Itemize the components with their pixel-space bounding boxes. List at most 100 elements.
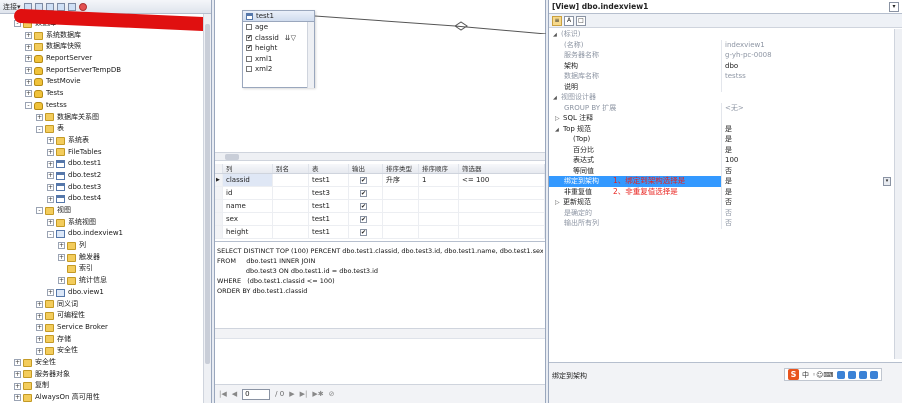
tree-node[interactable]: + 列 xyxy=(0,240,204,252)
expand-icon[interactable]: + xyxy=(47,172,54,180)
column-checkbox[interactable]: ✔ xyxy=(246,45,252,52)
collapse-icon[interactable]: ◢ xyxy=(553,30,561,40)
table-row[interactable]: height test1 ✔ xyxy=(215,226,545,239)
sql-pane[interactable]: SELECT DISTINCT TOP (100) PERCENT dbo.te… xyxy=(217,246,543,326)
expand-icon[interactable]: + xyxy=(36,347,43,355)
property-value[interactable] xyxy=(722,113,895,124)
expand-icon[interactable]: + xyxy=(36,324,43,332)
tree-node[interactable]: + ReportServerTempDB xyxy=(0,65,204,77)
property-row[interactable]: ◢ (标识) xyxy=(549,29,895,40)
alphabetical-icon[interactable]: A xyxy=(564,15,574,26)
grid-cell-alias[interactable] xyxy=(273,200,309,212)
expand-icon[interactable]: + xyxy=(47,195,54,203)
expand-icon[interactable]: + xyxy=(25,90,32,98)
expand-icon[interactable]: + xyxy=(58,242,65,250)
property-row[interactable]: (名称) indexview1 xyxy=(549,39,895,50)
grid-cell-sort-type[interactable]: 升序 xyxy=(383,174,419,186)
tree-node[interactable]: + ReportServer xyxy=(0,53,204,65)
tree-node[interactable]: + 触发器 xyxy=(0,252,204,264)
categorized-icon[interactable]: ≡ xyxy=(552,15,562,26)
tree-node[interactable]: 索引 xyxy=(0,263,204,275)
expand-icon[interactable]: + xyxy=(36,300,43,308)
output-checkbox[interactable]: ✔ xyxy=(360,229,367,236)
grid-column-header[interactable]: 表 xyxy=(309,164,349,173)
collapse-icon[interactable]: - xyxy=(36,207,43,215)
column-checkbox[interactable] xyxy=(246,55,252,62)
grid-column-header[interactable]: 列 xyxy=(223,164,273,173)
grid-cell-filter[interactable] xyxy=(459,226,545,238)
activity-monitor-icon[interactable] xyxy=(78,2,87,11)
collapse-icon[interactable]: - xyxy=(47,230,54,238)
expand-icon[interactable]: + xyxy=(14,370,21,378)
grid-cell-sort-order[interactable] xyxy=(419,213,459,225)
tree-node[interactable]: + 数据库快照 xyxy=(0,41,204,53)
table-row[interactable]: id test3 ✔ xyxy=(215,187,545,200)
table-row[interactable]: sex test1 ✔ xyxy=(215,213,545,226)
chevron-down-icon[interactable]: ▾ xyxy=(883,177,891,186)
tree-node[interactable]: - testss xyxy=(0,100,204,112)
ime-glyphs[interactable]: ◦☺⌨ xyxy=(812,371,834,379)
grid-cell-filter[interactable] xyxy=(459,200,545,212)
property-value[interactable]: 否 xyxy=(722,208,895,219)
table-column-row[interactable]: age xyxy=(243,22,314,33)
table-row[interactable]: name test1 ✔ xyxy=(215,200,545,213)
collapse-icon[interactable]: - xyxy=(36,125,43,133)
ime-mode[interactable]: 中 xyxy=(802,370,809,380)
property-value[interactable]: 否 xyxy=(722,197,895,208)
property-value[interactable]: dbo xyxy=(722,61,895,72)
row-selector[interactable] xyxy=(215,226,223,238)
tree-node[interactable]: + 系统数据库 xyxy=(0,30,204,42)
property-value[interactable]: g-yh-pc-0008 xyxy=(722,50,895,61)
grid-cell-output[interactable]: ✔ xyxy=(349,174,383,186)
property-value[interactable]: 否 xyxy=(722,218,895,229)
property-row[interactable]: (Top) 是 xyxy=(549,134,895,145)
tree-node[interactable]: + 统计信息 xyxy=(0,275,204,287)
grid-cell-alias[interactable] xyxy=(273,187,309,199)
expand-icon[interactable]: + xyxy=(58,277,65,285)
toolbox-icon[interactable] xyxy=(847,370,856,379)
expand-icon[interactable]: + xyxy=(36,113,43,121)
output-checkbox[interactable]: ✔ xyxy=(360,190,367,197)
tree-node[interactable]: + dbo.test1 xyxy=(0,158,204,170)
row-selector[interactable]: ▶ xyxy=(215,174,223,186)
diagram-scrollbar[interactable] xyxy=(215,152,545,161)
grid-cell-sort-type[interactable] xyxy=(383,226,419,238)
property-value[interactable]: <无> xyxy=(722,103,895,114)
stop-icon[interactable]: ⊘ xyxy=(329,390,335,398)
grid-cell-col[interactable]: name xyxy=(223,200,273,212)
tree-node[interactable]: + 系统视图 xyxy=(0,217,204,229)
grid-cell-sort-order[interactable] xyxy=(419,200,459,212)
row-selector[interactable] xyxy=(215,213,223,225)
property-row[interactable]: 等同值 否 xyxy=(549,165,895,177)
collapse-icon[interactable]: ◢ xyxy=(555,125,563,135)
grid-cell-filter[interactable] xyxy=(459,213,545,225)
properties-object-selector[interactable]: [View] dbo.indexview1 ▾ xyxy=(549,0,902,14)
new-record-button[interactable]: ▶✱ xyxy=(312,390,323,398)
property-row[interactable]: ◢ Top 规范是 xyxy=(549,123,895,135)
tree-node[interactable]: + dbo.test2 xyxy=(0,170,204,182)
output-checkbox[interactable]: ✔ xyxy=(360,203,367,210)
table-column-row[interactable]: ✔ classid ⇊▽ xyxy=(243,33,314,44)
grid-cell-output[interactable]: ✔ xyxy=(349,226,383,238)
property-row[interactable]: ▷ SQL 注释 xyxy=(549,113,895,124)
grid-cell-col[interactable]: height xyxy=(223,226,273,238)
keyboard-icon[interactable] xyxy=(836,370,845,379)
property-pages-icon[interactable]: □ xyxy=(576,15,586,26)
grid-cell-col[interactable]: sex xyxy=(223,213,273,225)
property-value[interactable]: 否 xyxy=(722,166,895,177)
expand-icon[interactable]: + xyxy=(36,335,43,343)
expand-icon[interactable]: + xyxy=(47,183,54,191)
grid-cell-table[interactable]: test1 xyxy=(309,174,349,186)
grid-cell-sort-type[interactable] xyxy=(383,200,419,212)
property-value[interactable]: testss xyxy=(722,71,895,82)
tree-node[interactable]: + 系统表 xyxy=(0,135,204,147)
output-checkbox[interactable]: ✔ xyxy=(360,216,367,223)
grid-cell-sort-type[interactable] xyxy=(383,187,419,199)
tree-node[interactable]: + dbo.test3 xyxy=(0,182,204,194)
properties-scrollbar[interactable] xyxy=(894,29,902,359)
row-selector[interactable] xyxy=(215,187,223,199)
filter-icon[interactable] xyxy=(56,2,65,11)
grid-cell-table[interactable]: test1 xyxy=(309,200,349,212)
expand-icon[interactable]: + xyxy=(25,67,32,75)
grid-cell-sort-type[interactable] xyxy=(383,213,419,225)
